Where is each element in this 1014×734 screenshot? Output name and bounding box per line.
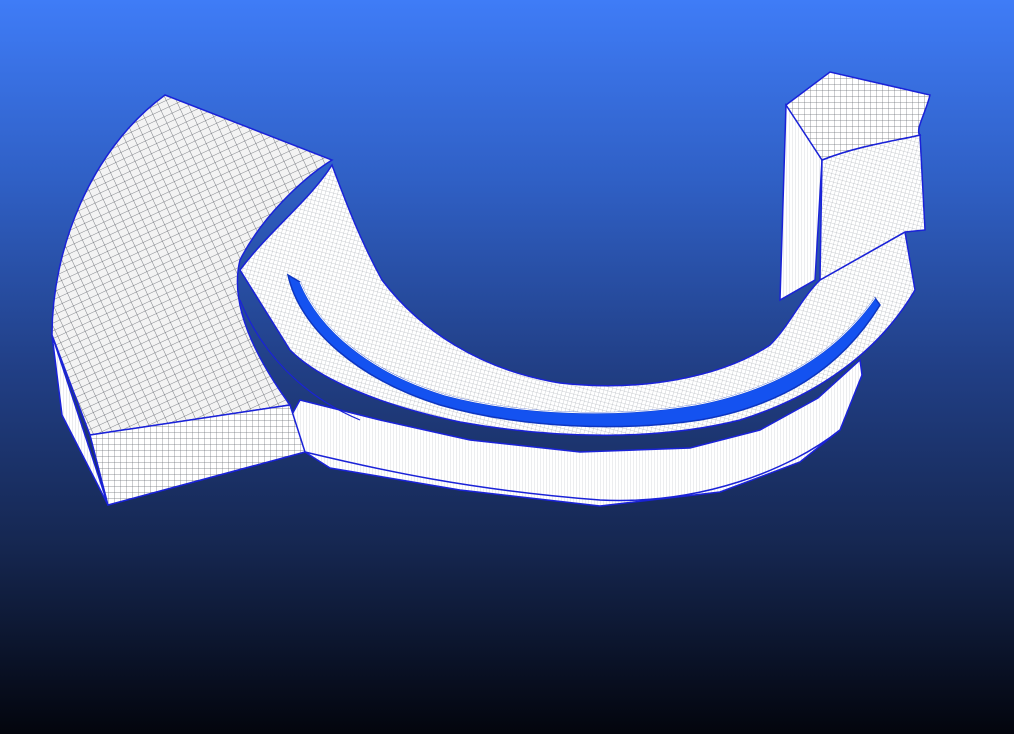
mesh-render	[51, 71, 931, 507]
3d-viewport[interactable]	[0, 0, 1014, 734]
